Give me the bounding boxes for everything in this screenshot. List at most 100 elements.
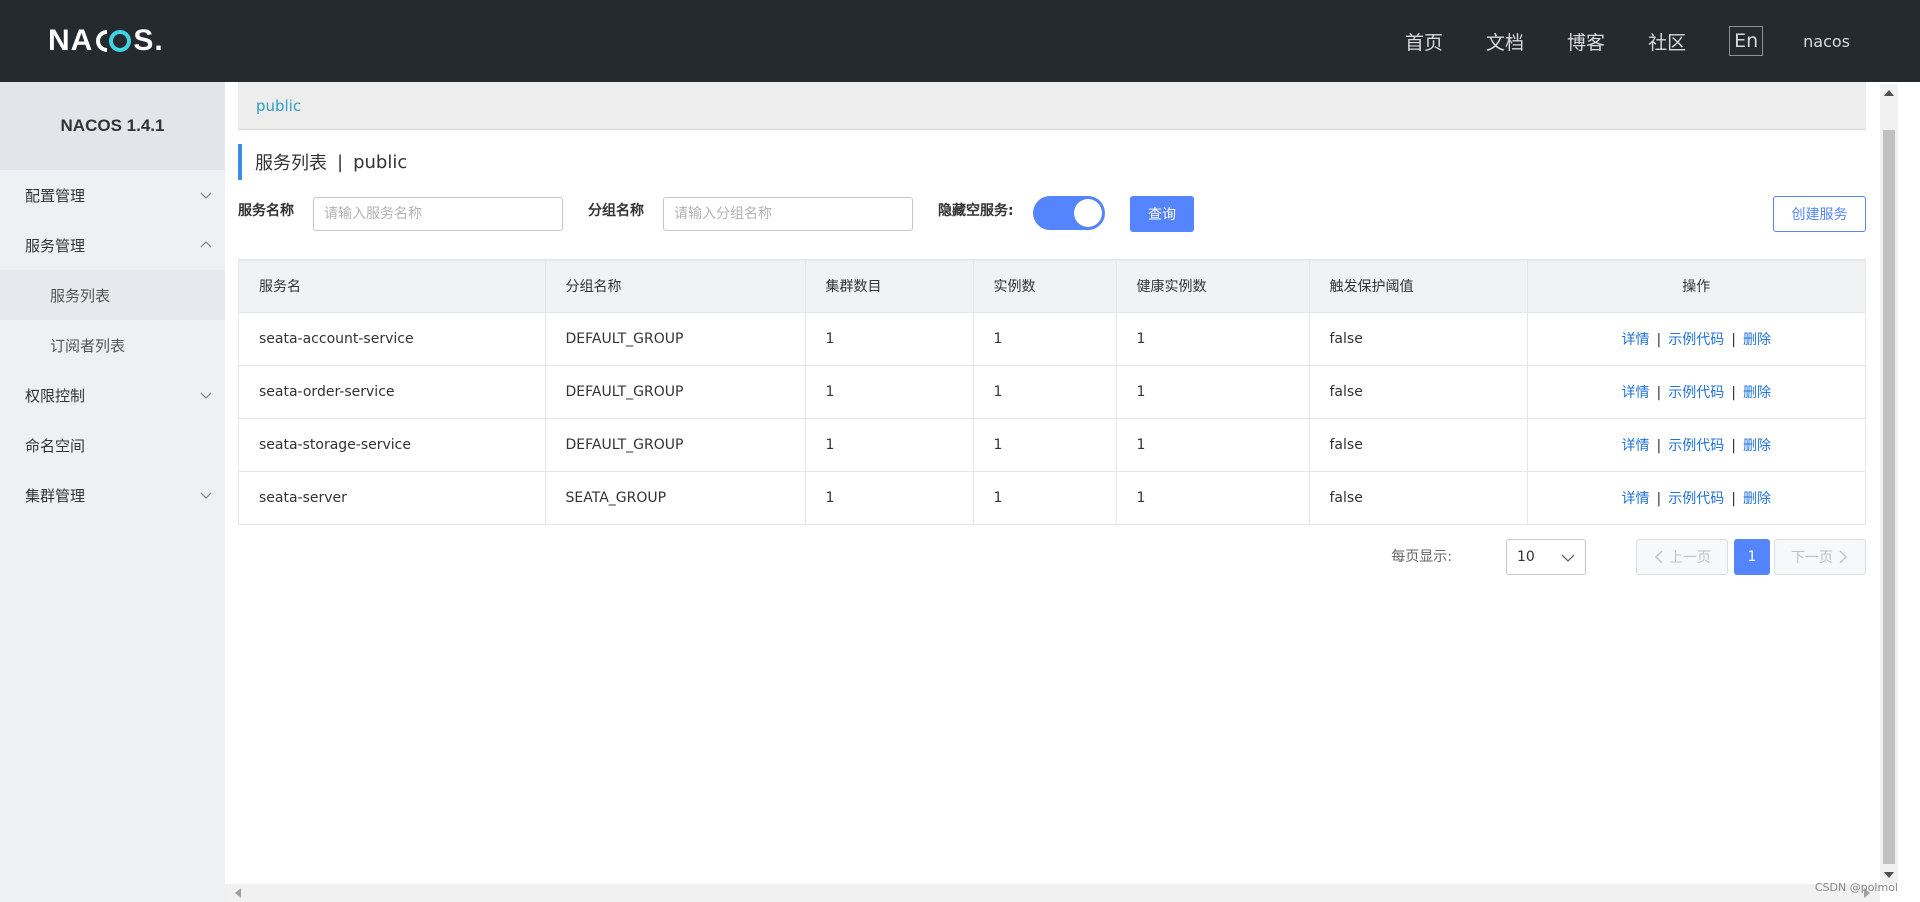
page-title-separator: | <box>337 151 344 173</box>
service-table: 服务名 分组名称 集群数目 实例数 健康实例数 触发保护阈值 操作 seata-… <box>238 259 1866 525</box>
op-separator: | <box>1656 490 1662 507</box>
detail-link[interactable]: 详情 <box>1622 491 1650 507</box>
nav-home[interactable]: 首页 <box>1405 28 1443 55</box>
horizontal-scrollbar[interactable] <box>225 884 1880 902</box>
cell-protect-threshold: false <box>1309 312 1528 366</box>
pagination: 每页显示: 10 上一页 1 下一页 <box>238 537 1866 597</box>
page-size-label: 每页显示: <box>1391 549 1452 565</box>
chevron-down-icon <box>200 492 212 499</box>
scroll-up-arrow-icon[interactable] <box>1884 88 1894 96</box>
hide-empty-service-toggle[interactable] <box>1033 196 1105 230</box>
nav-docs[interactable]: 文档 <box>1486 28 1524 55</box>
chevron-right-icon <box>1839 550 1847 564</box>
watermark: CSDN @polmol <box>1814 881 1898 894</box>
cell-cluster-count: 1 <box>805 471 974 524</box>
table-row: seata-order-service DEFAULT_GROUP 1 1 1 … <box>239 365 1865 419</box>
scroll-left-arrow-icon[interactable] <box>233 888 241 898</box>
op-separator: | <box>1731 331 1736 348</box>
group-name-input[interactable] <box>663 197 913 231</box>
chevron-left-icon <box>1655 550 1663 564</box>
sample-code-link[interactable]: 示例代码 <box>1668 438 1724 454</box>
delete-link[interactable]: 删除 <box>1743 385 1771 401</box>
table-row: seata-account-service DEFAULT_GROUP 1 1 … <box>239 312 1865 366</box>
page-title-namespace: public <box>353 151 408 173</box>
next-page-button[interactable]: 下一页 <box>1774 539 1866 575</box>
column-header-operations: 操作 <box>1527 261 1865 313</box>
main-content: public 服务列表 | public 服务名称 分组名称 隐藏空服务: 查询… <box>238 82 1866 882</box>
table-row: seata-storage-service DEFAULT_GROUP 1 1 … <box>239 418 1865 472</box>
page-title: 服务列表 | public <box>238 144 1866 180</box>
cell-healthy-instance-count: 1 <box>1116 471 1310 524</box>
sample-code-link[interactable]: 示例代码 <box>1668 491 1724 507</box>
op-separator: | <box>1656 437 1662 454</box>
cell-operations: 详情 | 示例代码 | 删除 <box>1527 471 1865 524</box>
table-header-row: 服务名 分组名称 集群数目 实例数 健康实例数 触发保护阈值 操作 <box>239 261 1865 313</box>
prev-page-label: 上一页 <box>1669 550 1711 566</box>
nav-community[interactable]: 社区 <box>1648 28 1686 55</box>
page-size-select[interactable]: 10 <box>1506 539 1586 575</box>
sidebar-item-service-management[interactable]: 服务管理 <box>0 220 225 270</box>
sidebar-title: NACOS 1.4.1 <box>0 82 225 170</box>
op-separator: | <box>1731 437 1736 454</box>
toggle-knob <box>1074 199 1102 227</box>
cell-group-name: DEFAULT_GROUP <box>545 365 806 419</box>
logo-dot: . <box>154 24 164 57</box>
cell-cluster-count: 1 <box>805 365 974 419</box>
chevron-down-icon <box>200 192 212 199</box>
sidebar-item-namespace[interactable]: 命名空间 <box>0 420 225 470</box>
user-menu[interactable]: nacos <box>1803 32 1850 51</box>
nacos-logo[interactable]: NA S . <box>48 24 164 57</box>
top-nav: 首页 文档 博客 社区 En nacos <box>1362 0 1850 82</box>
delete-link[interactable]: 删除 <box>1743 438 1771 454</box>
scroll-down-arrow-icon[interactable] <box>1884 872 1894 880</box>
sidebar-item-config-management[interactable]: 配置管理 <box>0 170 225 220</box>
language-switch-button[interactable]: En <box>1729 26 1764 56</box>
delete-link[interactable]: 删除 <box>1743 491 1771 507</box>
detail-link[interactable]: 详情 <box>1622 438 1650 454</box>
cell-healthy-instance-count: 1 <box>1116 418 1310 472</box>
cell-instance-count: 1 <box>973 365 1117 419</box>
column-header-protect-threshold: 触发保护阈值 <box>1309 261 1528 313</box>
breadcrumb: public <box>238 82 1866 130</box>
cell-group-name: DEFAULT_GROUP <box>545 312 806 366</box>
cell-group-name: DEFAULT_GROUP <box>545 418 806 472</box>
service-name-input[interactable] <box>313 197 563 231</box>
cell-service-name: seata-storage-service <box>239 418 546 472</box>
cell-healthy-instance-count: 1 <box>1116 365 1310 419</box>
create-service-button[interactable]: 创建服务 <box>1773 196 1866 232</box>
service-name-label: 服务名称 <box>238 203 294 219</box>
detail-link[interactable]: 详情 <box>1622 385 1650 401</box>
page-number-button[interactable]: 1 <box>1734 539 1770 575</box>
sidebar-item-service-list[interactable]: 服务列表 <box>0 270 225 320</box>
op-separator: | <box>1656 331 1662 348</box>
scrollbar-thumb[interactable] <box>1883 130 1895 864</box>
sidebar-item-subscriber-list[interactable]: 订阅者列表 <box>0 320 225 370</box>
op-separator: | <box>1731 490 1736 507</box>
sidebar-item-label: 命名空间 <box>25 436 86 455</box>
detail-link[interactable]: 详情 <box>1622 332 1650 348</box>
cell-operations: 详情 | 示例代码 | 删除 <box>1527 365 1865 419</box>
column-header-instance-count: 实例数 <box>973 261 1117 313</box>
sidebar-item-cluster-management[interactable]: 集群管理 <box>0 470 225 520</box>
cell-service-name: seata-order-service <box>239 365 546 419</box>
cell-instance-count: 1 <box>973 418 1117 472</box>
cell-group-name: SEATA_GROUP <box>545 471 806 524</box>
cell-protect-threshold: false <box>1309 418 1528 472</box>
sample-code-link[interactable]: 示例代码 <box>1668 332 1724 348</box>
cell-cluster-count: 1 <box>805 418 974 472</box>
nav-blog[interactable]: 博客 <box>1567 28 1605 55</box>
cell-operations: 详情 | 示例代码 | 删除 <box>1527 418 1865 472</box>
prev-page-button[interactable]: 上一页 <box>1636 539 1728 575</box>
column-header-healthy-instance-count: 健康实例数 <box>1116 261 1310 313</box>
vertical-scrollbar[interactable] <box>1880 84 1898 884</box>
sidebar-item-label: 权限控制 <box>25 386 86 405</box>
chevron-down-icon <box>200 392 212 399</box>
query-button[interactable]: 查询 <box>1130 196 1194 232</box>
delete-link[interactable]: 删除 <box>1743 332 1771 348</box>
chevron-down-icon <box>1561 554 1575 562</box>
sidebar-item-access-control[interactable]: 权限控制 <box>0 370 225 420</box>
logo-text-left: NA <box>48 24 94 57</box>
breadcrumb-namespace-link[interactable]: public <box>256 97 301 115</box>
sample-code-link[interactable]: 示例代码 <box>1668 385 1724 401</box>
logo-co-mark <box>93 28 133 54</box>
